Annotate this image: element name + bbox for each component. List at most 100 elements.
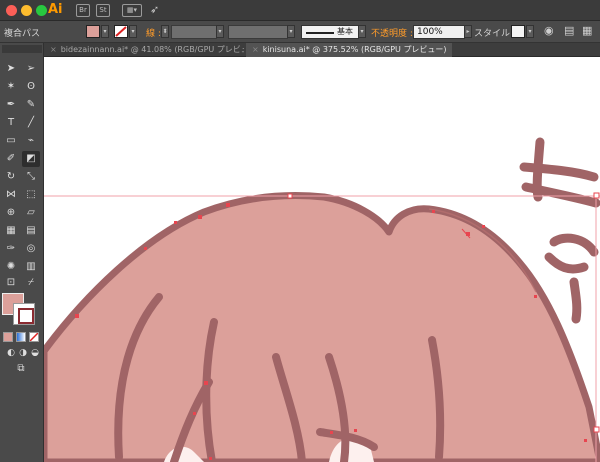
zoom-window-button[interactable]	[36, 5, 47, 16]
send-icon[interactable]: ➶	[150, 3, 159, 16]
anchor-point[interactable]	[144, 247, 147, 250]
brush-definition-dropdown[interactable]: ▾	[358, 25, 366, 38]
eraser-tool-icon[interactable]: ◩	[22, 151, 40, 167]
opacity-dropdown[interactable]: ▸	[464, 25, 472, 38]
tools-panel: ➤ ➢ ✶ ʘ ✒ ✎ T ╱ ▭ ⌁ ✐ ◩ ↻ ⤡ ⋈ ⬚ ⊕ ▱ ▦ ▤ …	[0, 43, 44, 462]
bounding-box-handle[interactable]	[593, 426, 600, 433]
selection-tool-icon[interactable]: ➤	[2, 61, 20, 77]
variable-width-profile[interactable]	[228, 25, 288, 39]
rectangle-tool-icon[interactable]: ▭	[2, 133, 20, 149]
perspective-grid-tool-icon[interactable]: ▱	[22, 205, 40, 221]
stroke-swatch[interactable]	[114, 25, 128, 38]
control-bar: 複合パス ▾ ▾ 線 : ⬍ ▾ ▾ 基本 ▾ 不透明度 : 100% ▸ スタ…	[0, 21, 600, 43]
close-window-button[interactable]	[6, 5, 17, 16]
bounding-box-handle[interactable]	[593, 192, 600, 199]
stroke-color-box[interactable]	[13, 303, 35, 325]
gradient-mode-icon[interactable]	[16, 332, 26, 342]
style-label: スタイル :	[474, 29, 516, 39]
anchor-point[interactable]	[330, 431, 333, 434]
none-mode-icon[interactable]	[29, 332, 39, 342]
anchor-point[interactable]	[198, 215, 202, 219]
anchor-point[interactable]	[432, 210, 435, 213]
magic-wand-tool-icon[interactable]: ✶	[2, 79, 20, 95]
stroke-weight-stepper[interactable]: ⬍	[161, 25, 169, 38]
stroke-weight-label: 線 :	[146, 29, 161, 39]
type-tool-icon[interactable]: T	[2, 115, 20, 131]
free-transform-tool-icon[interactable]: ⬚	[22, 187, 40, 203]
symbol-sprayer-tool-icon[interactable]: ✺	[2, 259, 20, 275]
anchor-point[interactable]	[287, 193, 293, 199]
pen-tool-icon[interactable]: ✒	[2, 97, 20, 113]
anchor-point[interactable]	[75, 314, 79, 318]
anchor-point[interactable]	[534, 295, 537, 298]
stroke-weight-dropdown[interactable]: ▾	[216, 25, 224, 38]
anchor-point[interactable]	[226, 203, 230, 207]
doodle-stroke[interactable]	[544, 252, 589, 274]
title-bar: Ai Br St ▦▾ ➶	[0, 0, 600, 21]
eyedropper-tool-icon[interactable]: ✑	[2, 241, 20, 257]
opacity-label: 不透明度 :	[371, 29, 413, 39]
column-graph-tool-icon[interactable]: ▥	[22, 259, 40, 275]
close-tab-icon[interactable]: ×	[50, 45, 57, 54]
anchor-point[interactable]	[584, 439, 587, 442]
tab-kinisuna[interactable]: × kinisuna.ai* @ 375.52% (RGB/GPU プレビュー)	[246, 43, 452, 57]
recolor-icon[interactable]: ◉	[544, 24, 554, 37]
rotate-tool-icon[interactable]: ↻	[2, 169, 20, 185]
align-icon[interactable]: ▤	[564, 24, 574, 37]
tab-bidezainnann[interactable]: × bidezainnann.ai* @ 41.08% (RGB/GPU プレビュ…	[44, 43, 244, 57]
brush-definition-label: 基本	[337, 27, 353, 36]
stroke-line-preview	[306, 32, 334, 34]
paintbrush-tool-icon[interactable]: ⌁	[22, 133, 40, 149]
anchor-point[interactable]	[482, 225, 485, 228]
app-logo: Ai	[48, 2, 63, 17]
stroke-weight-field[interactable]	[171, 25, 217, 39]
minimize-window-button[interactable]	[21, 5, 32, 16]
graphic-style-dropdown[interactable]: ▾	[526, 25, 534, 38]
no-stroke-icon	[115, 26, 127, 37]
slice-tool-icon[interactable]: ⌿	[22, 275, 40, 291]
anchor-point[interactable]	[174, 221, 177, 224]
artboard-tool-icon[interactable]: ⊡	[2, 275, 20, 291]
close-tab-icon[interactable]: ×	[252, 45, 259, 54]
width-tool-icon[interactable]: ⋈	[2, 187, 20, 203]
stock-icon[interactable]: St	[96, 4, 110, 17]
blend-tool-icon[interactable]: ◎	[22, 241, 40, 257]
tools-panel-grip[interactable]	[2, 45, 42, 53]
direct-selection-tool-icon[interactable]: ➢	[22, 61, 40, 77]
doodle-stroke[interactable]	[569, 277, 582, 324]
none-slash-icon	[30, 333, 38, 341]
brush-definition[interactable]: 基本	[301, 25, 359, 39]
document-tab-bar: × bidezainnann.ai* @ 41.08% (RGB/GPU プレビュ…	[44, 43, 600, 57]
doodle-stroke[interactable]	[549, 233, 599, 257]
curvature-tool-icon[interactable]: ✎	[22, 97, 40, 113]
workspace-icon[interactable]: ▦▾	[122, 4, 142, 17]
illustration	[44, 137, 600, 462]
screen-mode-icon[interactable]: ⧉	[12, 361, 30, 377]
tab-label: bidezainnann.ai* @ 41.08% (RGB/GPU プレビュー…	[60, 45, 244, 54]
anchor-point[interactable]	[204, 381, 208, 385]
artboard-canvas[interactable]	[44, 57, 600, 462]
anchor-point[interactable]	[193, 412, 196, 415]
transform-icon[interactable]: ▦	[582, 24, 592, 37]
lasso-tool-icon[interactable]: ʘ	[22, 79, 40, 95]
scale-tool-icon[interactable]: ⤡	[22, 169, 40, 185]
variable-width-dropdown[interactable]: ▾	[287, 25, 295, 38]
shaper-tool-icon[interactable]: ✐	[2, 151, 20, 167]
gradient-tool-icon[interactable]: ▤	[22, 223, 40, 239]
line-tool-icon[interactable]: ╱	[22, 115, 40, 131]
bridge-icon[interactable]: Br	[76, 4, 90, 17]
object-type-label: 複合パス	[4, 29, 41, 39]
graphic-style-swatch[interactable]	[511, 25, 525, 38]
hair-shape[interactable]	[44, 192, 600, 462]
color-mode-icon[interactable]	[3, 332, 13, 342]
opacity-field[interactable]: 100%	[413, 25, 465, 39]
mesh-tool-icon[interactable]: ▦	[2, 223, 20, 239]
stroke-dropdown[interactable]: ▾	[129, 25, 137, 38]
fill-swatch[interactable]	[86, 25, 100, 38]
tab-label: kinisuna.ai* @ 375.52% (RGB/GPU プレビュー)	[262, 45, 447, 54]
draw-inside-icon[interactable]: ◒	[26, 345, 44, 361]
shape-builder-tool-icon[interactable]: ⊕	[2, 205, 20, 221]
anchor-point[interactable]	[209, 457, 212, 460]
fill-dropdown[interactable]: ▾	[101, 25, 109, 38]
anchor-point[interactable]	[354, 429, 357, 432]
